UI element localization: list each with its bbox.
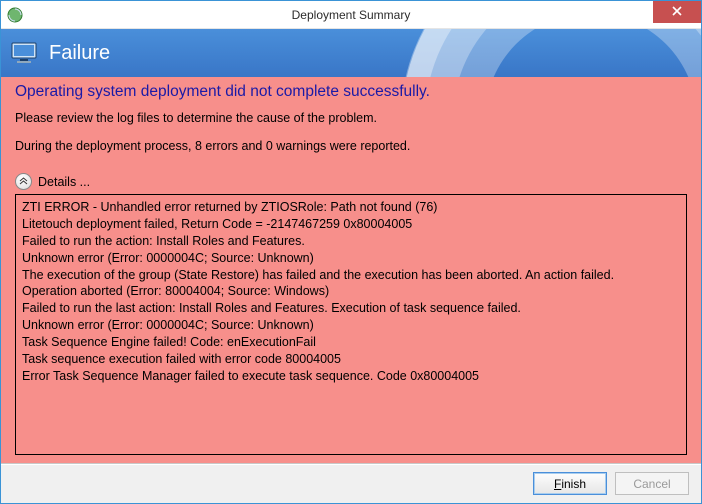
monitor-icon (11, 42, 39, 64)
log-line: Operation aborted (Error: 80004004; Sour… (22, 283, 680, 300)
header-banner: Failure (1, 29, 701, 77)
app-icon (7, 7, 23, 23)
window-title: Deployment Summary (1, 8, 701, 22)
close-button[interactable] (653, 1, 701, 23)
review-message: Please review the log files to determine… (15, 111, 687, 125)
log-line: Unknown error (Error: 0000004C; Source: … (22, 317, 680, 334)
error-count-message: During the deployment process, 8 errors … (15, 139, 687, 153)
deployment-summary-window: Deployment Summary Failure Operating sys… (0, 0, 702, 504)
log-line: Task sequence execution failed with erro… (22, 351, 680, 368)
log-line: Failed to run the action: Install Roles … (22, 233, 680, 250)
details-label: Details ... (38, 175, 90, 189)
log-line: The execution of the group (State Restor… (22, 267, 680, 284)
decorative-swirl (401, 29, 701, 77)
error-log-box: ZTI ERROR - Unhandled error returned by … (15, 194, 687, 455)
close-icon (672, 5, 682, 19)
finish-button[interactable]: Finish (533, 472, 607, 495)
log-line: Task Sequence Engine failed! Code: enExe… (22, 334, 680, 351)
footer-bar: Finish Cancel (1, 463, 701, 503)
titlebar: Deployment Summary (1, 1, 701, 29)
cancel-button[interactable]: Cancel (615, 472, 689, 495)
log-line: Error Task Sequence Manager failed to ex… (22, 368, 680, 385)
log-line: Failed to run the last action: Install R… (22, 300, 680, 317)
header-title: Failure (49, 42, 110, 65)
log-line: ZTI ERROR - Unhandled error returned by … (22, 199, 680, 216)
status-heading: Operating system deployment did not comp… (15, 83, 687, 101)
log-line: Litetouch deployment failed, Return Code… (22, 216, 680, 233)
chevron-up-icon (19, 177, 28, 187)
content-area: Operating system deployment did not comp… (1, 77, 701, 463)
log-line: Unknown error (Error: 0000004C; Source: … (22, 250, 680, 267)
details-toggle-button[interactable] (15, 173, 32, 190)
details-toggle-row: Details ... (15, 173, 687, 190)
